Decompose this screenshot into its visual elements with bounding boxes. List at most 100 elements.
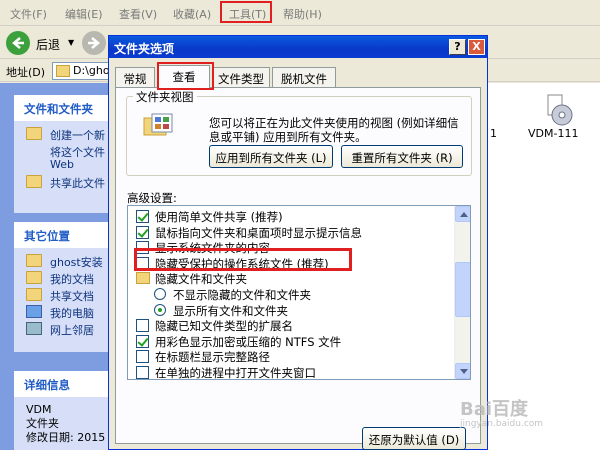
scroll-thumb[interactable] — [455, 262, 470, 317]
task-publish-web-cont[interactable]: Web — [14, 156, 112, 173]
task-share-folder[interactable]: 共享此文件 — [14, 173, 112, 190]
tab-offline-files[interactable]: 脱机文件 — [272, 67, 336, 87]
list-scrollbar[interactable] — [454, 206, 470, 379]
folder-views-group: 文件夹视图 您可以将正在为此文件夹使用的视图 (例如详细信息或平铺) 应用到所有… — [126, 89, 472, 176]
details-type: 文件夹 — [26, 417, 59, 430]
address-input[interactable]: D:\ghos — [52, 62, 112, 80]
folder-options-dialog: 文件夹选项 ? X 常规 查看 文件类型 脱机文件 文件夹视图 您可以将正在为此… — [108, 35, 488, 450]
panel-title[interactable]: 文件和文件夹 — [14, 95, 112, 121]
folder-view-icon — [143, 113, 173, 136]
advanced-setting-row[interactable]: 不显示隐藏的文件和文件夹 — [128, 286, 454, 302]
setting-label: 使用简单文件共享 (推荐) — [155, 210, 283, 224]
share-folder-icon — [26, 175, 42, 188]
disc-image-icon[interactable] — [542, 93, 576, 127]
setting-label: 在标题栏显示完整路径 — [155, 350, 270, 365]
setting-radio[interactable] — [154, 288, 166, 300]
menu-help[interactable]: 帮助(H) — [283, 6, 322, 22]
details-panel: 详细信息 VDM 文件夹 修改日期: 2015 — [14, 371, 112, 450]
place-shared-documents[interactable]: 共享文档 — [14, 286, 112, 303]
advanced-setting-row[interactable]: 隐藏已知文件类型的扩展名 — [128, 317, 454, 333]
hide-extensions-highlight — [134, 248, 352, 271]
menu-favorites[interactable]: 收藏(A) — [173, 6, 211, 22]
scroll-down-button[interactable] — [455, 363, 470, 379]
address-label: 地址(D) — [6, 66, 46, 79]
setting-label: 在单独的进程中打开文件夹窗口 — [155, 366, 316, 380]
menu-edit[interactable]: 编辑(E) — [65, 6, 103, 22]
place-label: 网上邻居 — [50, 324, 94, 337]
back-dropdown-icon[interactable]: ▼ — [68, 38, 74, 47]
forward-button[interactable] — [82, 31, 106, 55]
restore-defaults-button[interactable]: 还原为默认值 (D) — [362, 427, 466, 450]
setting-label: 隐藏文件和文件夹 — [155, 272, 247, 287]
file-folder-tasks-panel: 文件和文件夹 创建一个新 将这个文件 Web 共享此文件 — [14, 95, 112, 213]
setting-label: 不显示隐藏的文件和文件夹 — [173, 288, 311, 302]
computer-icon — [26, 305, 42, 318]
tab-general[interactable]: 常规 — [115, 67, 155, 87]
setting-checkbox[interactable] — [136, 334, 149, 348]
folder-icon — [26, 254, 42, 267]
scroll-up-button[interactable] — [455, 206, 470, 222]
setting-checkbox[interactable] — [136, 366, 149, 379]
tab-file-types[interactable]: 文件类型 — [212, 67, 270, 87]
tab-view-highlight — [157, 62, 214, 90]
place-ghost[interactable]: ghost安装 — [14, 252, 112, 269]
network-icon — [26, 322, 42, 335]
down-arrow-icon — [460, 369, 468, 374]
place-my-documents[interactable]: 我的文档 — [14, 269, 112, 286]
setting-label: 鼠标指向文件夹和桌面项时显示提示信息 — [155, 225, 362, 240]
place-my-computer[interactable]: 我的电脑 — [14, 303, 112, 320]
setting-label: 隐藏已知文件类型的扩展名 — [155, 319, 293, 334]
advanced-setting-row[interactable]: 使用简单文件共享 (推荐) — [128, 208, 454, 224]
view-tab-page: 文件夹视图 您可以将正在为此文件夹使用的视图 (例如详细信息或平铺) 应用到所有… — [115, 87, 481, 450]
setting-label: 用彩色显示加密或压缩的 NTFS 文件 — [155, 334, 342, 349]
place-label: 我的电脑 — [50, 307, 94, 320]
apply-to-all-folders-button[interactable]: 应用到所有文件夹 (L) — [209, 145, 333, 168]
new-folder-icon — [26, 127, 42, 140]
watermark-url: jingyan.baidu.com — [460, 419, 544, 429]
panel-title[interactable]: 其它位置 — [14, 222, 112, 248]
advanced-setting-row[interactable]: 隐藏文件和文件夹 — [128, 270, 454, 286]
address-path: D:\ghos — [73, 64, 112, 77]
menu-bar: 文件(F) 编辑(E) 查看(V) 收藏(A) 工具(T) 帮助(H) — [0, 0, 600, 26]
reset-all-folders-button[interactable]: 重置所有文件夹 (R) — [341, 145, 463, 168]
place-network[interactable]: 网上邻居 — [14, 320, 112, 337]
setting-checkbox[interactable] — [136, 210, 149, 223]
menu-view[interactable]: 查看(V) — [119, 6, 157, 22]
back-label: 后退 — [36, 38, 61, 52]
details-modified: 修改日期: 2015 — [26, 431, 106, 444]
place-label: 共享文档 — [50, 290, 94, 303]
menu-file[interactable]: 文件(F) — [10, 6, 47, 22]
folder-icon — [136, 272, 150, 285]
file-name-label[interactable]: VDM-111 — [528, 127, 578, 140]
setting-checkbox[interactable] — [136, 319, 149, 333]
task-label: 共享此文件 — [50, 177, 105, 190]
task-create-folder[interactable]: 创建一个新 — [14, 125, 112, 142]
group-title: 文件夹视图 — [133, 89, 197, 105]
advanced-setting-row[interactable]: 在单独的进程中打开文件夹窗口 — [128, 364, 454, 380]
setting-radio[interactable] — [154, 303, 166, 316]
dialog-title: 文件夹选项 — [114, 42, 175, 56]
details-name: VDM — [26, 403, 52, 416]
dialog-titlebar[interactable]: 文件夹选项 ? X — [109, 36, 487, 58]
folder-views-description: 您可以将正在为此文件夹使用的视图 (例如详细信息或平铺) 应用到所有文件夹。 — [209, 116, 459, 144]
close-button[interactable]: X — [468, 39, 485, 55]
help-button[interactable]: ? — [449, 39, 466, 55]
panel-title[interactable]: 详细信息 — [14, 371, 112, 397]
task-label: Web — [50, 158, 74, 171]
advanced-setting-row[interactable]: 显示所有文件和文件夹 — [128, 302, 454, 318]
advanced-setting-row[interactable]: 鼠标指向文件夹和桌面项时显示提示信息 — [128, 224, 454, 240]
place-label: ghost安装 — [50, 256, 103, 269]
setting-checkbox[interactable] — [136, 225, 149, 239]
other-places-panel: 其它位置 ghost安装 我的文档 共享文档 我的电脑 网上邻居 — [14, 222, 112, 352]
setting-label: 显示所有文件和文件夹 — [173, 303, 288, 318]
forward-arrow-icon — [88, 37, 100, 49]
menu-tools-highlight — [220, 1, 272, 23]
advanced-setting-row[interactable]: 用彩色显示加密或压缩的 NTFS 文件 — [128, 333, 454, 349]
setting-checkbox[interactable] — [136, 350, 149, 364]
advanced-setting-row[interactable]: 在标题栏显示完整路径 — [128, 348, 454, 364]
back-button[interactable] — [6, 31, 30, 55]
advanced-settings-list[interactable]: 在单独的进程中打开文件夹窗口 在标题栏显示完整路径 用彩色显示加密或压缩的 NTFS… — [127, 205, 471, 380]
back-arrow-icon — [12, 37, 24, 49]
file-number-label: 1 — [490, 127, 497, 140]
task-label: 创建一个新 — [50, 129, 105, 142]
